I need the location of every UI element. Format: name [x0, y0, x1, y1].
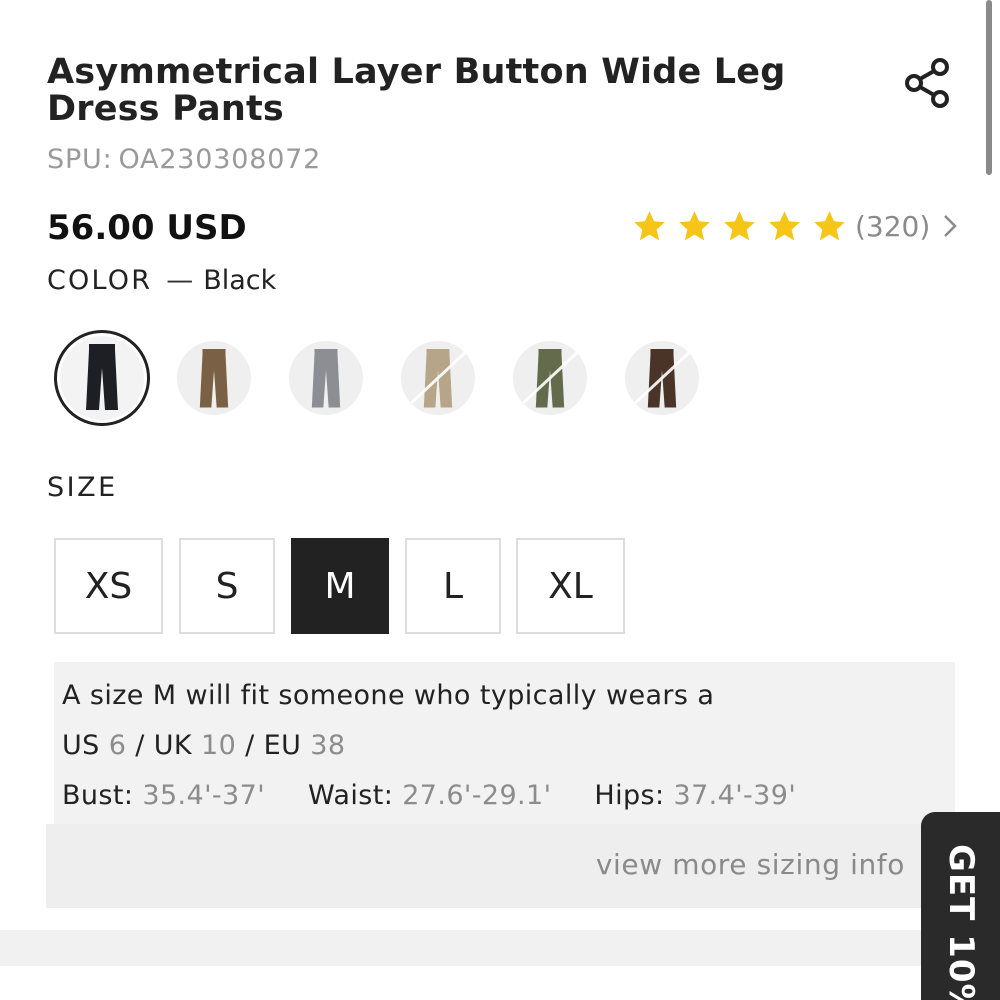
color-swatch-grey[interactable] — [278, 330, 374, 426]
product-price: 56.00 USD — [47, 208, 247, 248]
color-swatch-khaki[interactable] — [390, 330, 486, 426]
swatch-image — [289, 341, 363, 415]
rating-link[interactable]: (320) — [632, 204, 960, 248]
fit-hips-value: 37.4'-39' — [673, 780, 797, 811]
spu-label: SPU: — [47, 144, 113, 175]
size-label: SIZE — [47, 472, 118, 503]
color-selection: COLOR — Black — [47, 265, 276, 296]
discount-promo-tab[interactable]: GET 10% — [921, 812, 1000, 1000]
swatch-image — [513, 341, 587, 415]
rating-count: (320) — [855, 209, 931, 243]
view-more-sizing-label: view more sizing info — [595, 848, 905, 881]
pants-icon — [311, 349, 341, 408]
swatch-image — [401, 341, 475, 415]
fit-us-value: 6 — [108, 730, 127, 761]
fit-waist-value: 27.6'-29.1' — [402, 780, 552, 811]
size-option-xs[interactable]: XS — [54, 538, 163, 634]
star-icon — [814, 210, 845, 240]
color-label: COLOR — [47, 265, 153, 296]
color-swatch-brown[interactable] — [166, 330, 262, 426]
color-swatch-olive[interactable] — [502, 330, 598, 426]
size-option-xl[interactable]: XL — [516, 538, 625, 634]
fit-uk-value: 10 — [201, 730, 237, 761]
view-more-sizing-link[interactable]: view more sizing info — [46, 824, 926, 908]
star-icon — [634, 210, 665, 240]
fit-bust-value: 35.4'-37' — [142, 780, 266, 811]
swatch-image — [60, 336, 144, 420]
size-option-s[interactable]: S — [179, 538, 275, 634]
swatch-image — [625, 341, 699, 415]
color-swatch-dark-brown[interactable] — [614, 330, 710, 426]
fit-conversions: US 6 / UK 10 / EU 38 — [62, 730, 345, 761]
pants-icon — [86, 344, 118, 410]
color-swatch-black[interactable] — [54, 330, 150, 426]
fit-us-label: US — [62, 730, 100, 761]
fit-bust-label: Bust: — [62, 780, 134, 811]
unavailable-strike-icon — [519, 349, 581, 407]
fit-measurements: Bust: 35.4'-37' Waist: 27.6'-29.1' Hips:… — [62, 780, 796, 811]
fit-slash: / — [135, 730, 145, 761]
fit-description: A size M will fit someone who typically … — [62, 680, 715, 711]
fit-waist-label: Waist: — [308, 780, 394, 811]
swatch-image — [177, 341, 251, 415]
chevron-right-icon — [944, 215, 958, 237]
product-spu: SPU: OA230308072 — [47, 144, 321, 175]
star-icon — [769, 210, 800, 240]
color-swatches — [54, 330, 754, 426]
unavailable-strike-icon — [407, 349, 469, 407]
pants-icon — [199, 349, 229, 408]
promo-text: GET 10% — [941, 844, 981, 1000]
star-icon — [724, 210, 755, 240]
size-option-m[interactable]: M — [291, 538, 389, 634]
star-icon — [679, 210, 710, 240]
fit-slash: / — [245, 730, 255, 761]
fit-eu-value: 38 — [310, 730, 346, 761]
size-option-l[interactable]: L — [405, 538, 501, 634]
unavailable-strike-icon — [631, 349, 693, 407]
share-icon[interactable] — [903, 56, 953, 110]
color-separator: — — [166, 265, 194, 296]
size-fit-info: A size M will fit someone who typically … — [54, 662, 955, 824]
fit-hips-label: Hips: — [594, 780, 665, 811]
fit-uk-label: UK — [153, 730, 193, 761]
fit-eu-label: EU — [263, 730, 302, 761]
spu-value: OA230308072 — [118, 144, 322, 175]
product-title: Asymmetrical Layer Button Wide Leg Dress… — [47, 52, 786, 129]
color-selected-name: Black — [203, 265, 277, 296]
scrollbar[interactable] — [986, 0, 992, 175]
section-divider — [0, 930, 1000, 966]
